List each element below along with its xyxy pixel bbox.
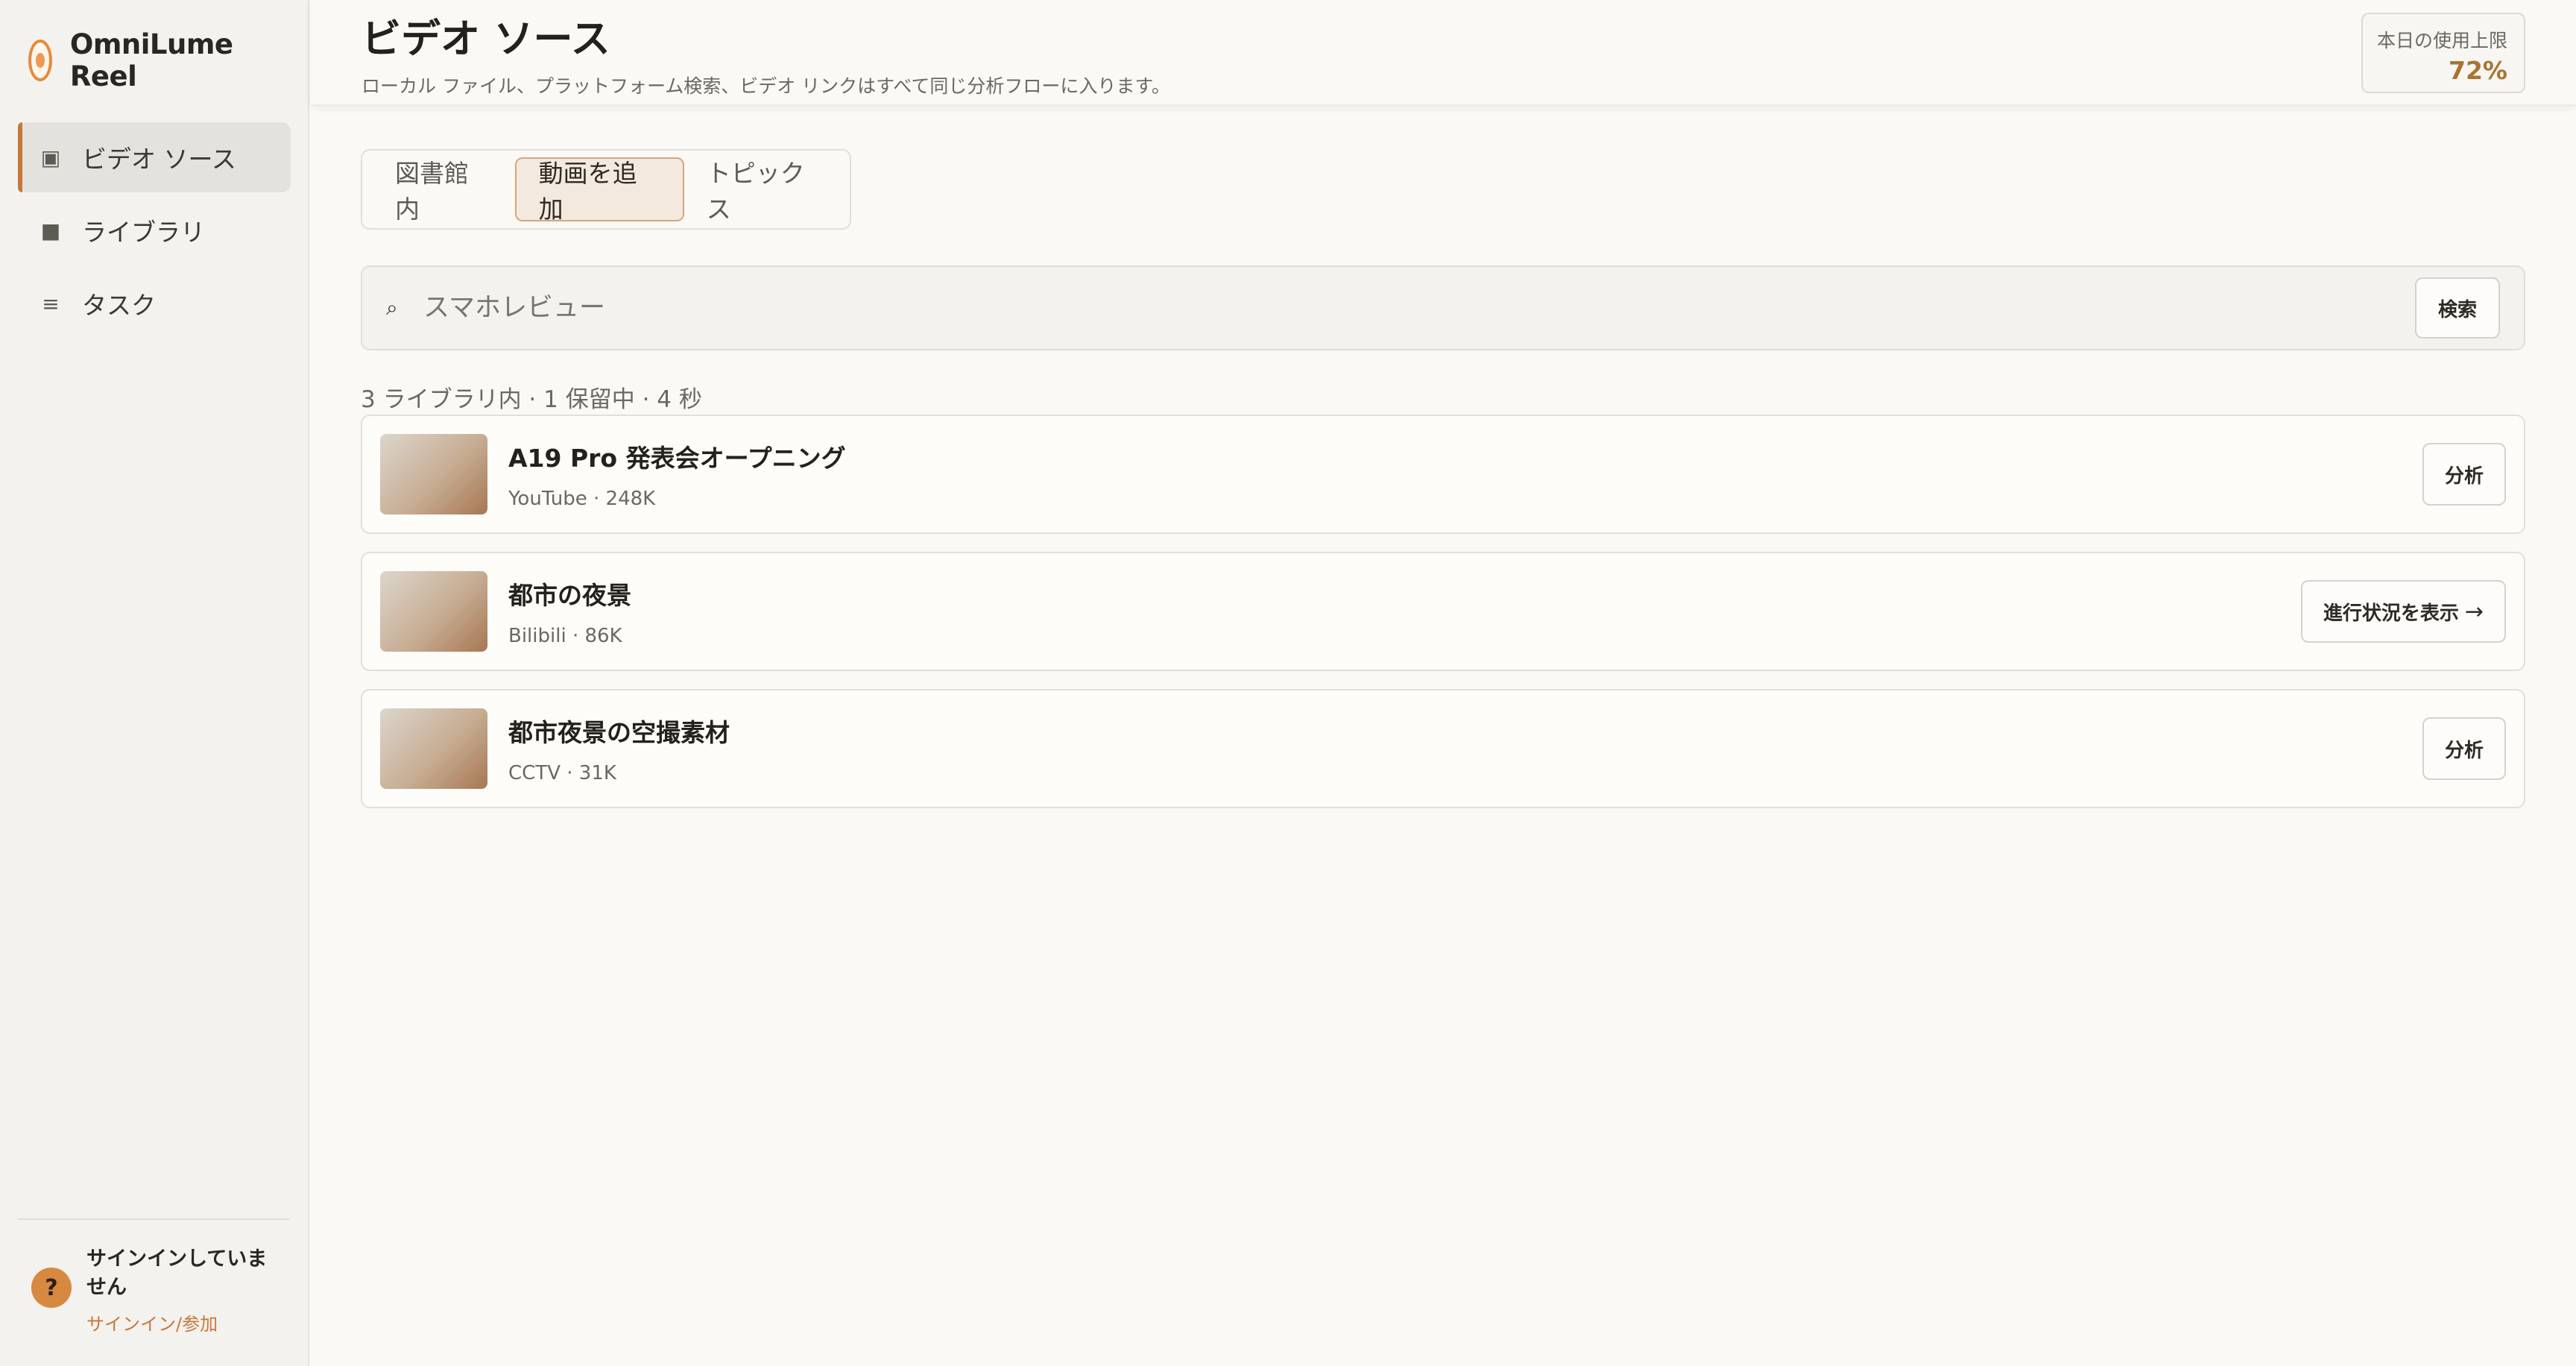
video-source-icon: ▣ bbox=[40, 145, 61, 170]
tab-topics[interactable]: トピックス bbox=[684, 157, 850, 224]
result-title: 都市の夜景 bbox=[508, 581, 631, 610]
result-meta: CCTV · 31K bbox=[508, 762, 616, 784]
page-title: ビデオ ソース bbox=[362, 16, 610, 62]
orb-logo-icon bbox=[28, 40, 52, 81]
result-meta: Bilibili · 86K bbox=[508, 625, 622, 647]
app-name: OmniLume Reel bbox=[69, 28, 233, 92]
view-progress-button[interactable]: 進行状況を表示 → bbox=[2300, 580, 2506, 643]
sidebar-divider bbox=[18, 1218, 290, 1220]
sidebar-item-video-source[interactable]: ▣ ビデオ ソース bbox=[18, 122, 291, 192]
tab-in-library[interactable]: 図書館内 bbox=[373, 157, 515, 224]
search-input[interactable] bbox=[423, 282, 2415, 334]
sidebar: OmniLume Reel ▣ ビデオ ソース ■ ライブラリ ≡ タスク ? … bbox=[0, 0, 309, 1366]
tab-add-video[interactable]: 動画を追加 bbox=[514, 157, 684, 224]
result-title: 都市夜景の空撮素材 bbox=[508, 718, 730, 747]
search-bar: ⌕ 検索 bbox=[361, 265, 2525, 350]
list-item[interactable]: 都市夜景の空撮素材 CCTV · 31K 分析 bbox=[361, 689, 2525, 808]
search-icon: ⌕ bbox=[386, 295, 398, 320]
result-text: 都市の夜景 Bilibili · 86K bbox=[508, 576, 2301, 647]
action-label: 進行状況を表示 bbox=[2323, 602, 2459, 625]
result-text: 都市夜景の空撮素材 CCTV · 31K bbox=[508, 713, 2422, 784]
analyze-button[interactable]: 分析 bbox=[2422, 443, 2506, 506]
brand[interactable]: OmniLume Reel bbox=[28, 28, 308, 92]
page-subtitle: ローカル ファイル、プラットフォーム検索、ビデオ リンクはすべて同じ分析フローに… bbox=[362, 75, 1170, 97]
source-tabs: 図書館内 動画を追加 トピックス bbox=[361, 149, 851, 230]
page-header: ビデオ ソース ローカル ファイル、プラットフォーム検索、ビデオ リンクはすべて… bbox=[311, 0, 2576, 106]
result-text: A19 Pro 発表会オープニング YouTube · 248K bbox=[508, 438, 2422, 510]
usage-limit-label: 本日の使用上限 bbox=[2376, 30, 2507, 51]
video-thumbnail bbox=[380, 708, 487, 789]
action-label: 分析 bbox=[2444, 739, 2484, 762]
signin-status: サインインしていません bbox=[86, 1247, 268, 1299]
usage-limit-value: 72% bbox=[2449, 56, 2507, 85]
result-meta: YouTube · 248K bbox=[508, 488, 656, 510]
sidebar-item-label: ライブラリ bbox=[82, 218, 205, 247]
usage-limit-card: 本日の使用上限 72% bbox=[2361, 13, 2525, 93]
results-list: A19 Pro 発表会オープニング YouTube · 248K 分析 都市の夜… bbox=[361, 415, 2525, 826]
list-item[interactable]: A19 Pro 発表会オープニング YouTube · 248K 分析 bbox=[361, 415, 2525, 534]
account-panel: ? サインインしていません サインイン/参加 bbox=[31, 1245, 285, 1335]
action-label: 分析 bbox=[2444, 465, 2484, 488]
avatar[interactable]: ? bbox=[31, 1268, 72, 1308]
sidebar-item-tasks[interactable]: ≡ タスク bbox=[18, 268, 291, 339]
list-item[interactable]: 都市の夜景 Bilibili · 86K 進行状況を表示 → bbox=[361, 552, 2525, 671]
sidebar-item-label: ビデオ ソース bbox=[82, 145, 236, 174]
app-window: OmniLume Reel ▣ ビデオ ソース ■ ライブラリ ≡ タスク ? … bbox=[0, 0, 2576, 1366]
video-thumbnail bbox=[380, 571, 487, 652]
signin-link[interactable]: サインイン/参加 bbox=[86, 1309, 280, 1335]
account-text: サインインしていません サインイン/参加 bbox=[86, 1245, 280, 1335]
video-thumbnail bbox=[380, 434, 487, 514]
results-summary: 3 ライブラリ内 · 1 保留中 · 4 秒 bbox=[361, 386, 702, 413]
sidebar-nav: ▣ ビデオ ソース ■ ライブラリ ≡ タスク bbox=[18, 122, 291, 342]
sidebar-item-label: タスク bbox=[82, 291, 156, 320]
library-icon: ■ bbox=[40, 218, 61, 243]
result-title: A19 Pro 発表会オープニング bbox=[508, 444, 846, 473]
analyze-button[interactable]: 分析 bbox=[2422, 717, 2506, 780]
arrow-right-icon: → bbox=[2464, 598, 2484, 625]
search-button[interactable]: 検索 bbox=[2415, 277, 2500, 339]
tasks-icon: ≡ bbox=[42, 291, 60, 316]
sidebar-item-library[interactable]: ■ ライブラリ bbox=[18, 195, 291, 265]
